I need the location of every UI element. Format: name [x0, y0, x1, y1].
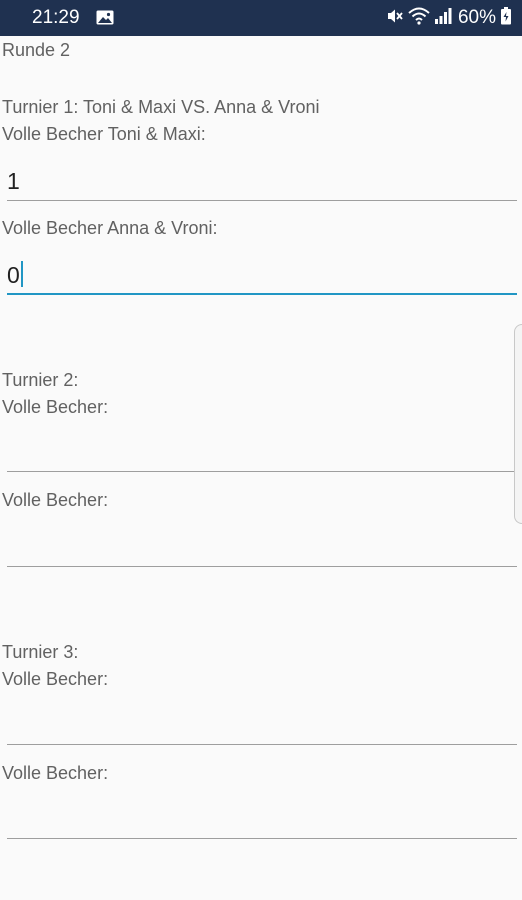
text-cursor — [20, 261, 23, 287]
edge-panel-handle[interactable] — [514, 324, 522, 524]
tournament-3-input-b[interactable] — [7, 799, 517, 839]
input-underline — [7, 838, 517, 839]
tournament-2-title: Turnier 2: — [2, 370, 79, 390]
tournament-2-input-a[interactable] — [7, 432, 517, 472]
tournament-3-label-b: Volle Becher: — [2, 763, 109, 783]
round-title: Runde 2 — [2, 40, 71, 60]
battery-percentage: 60% — [457, 7, 496, 28]
battery-icon — [500, 6, 512, 30]
tournament-2-input-b[interactable] — [7, 527, 517, 567]
signal-icon — [434, 7, 452, 30]
tournament-1-label-a: Volle Becher Toni & Maxi: — [2, 124, 206, 144]
input-underline — [7, 744, 517, 745]
input-underline — [7, 200, 517, 201]
mute-icon — [386, 7, 404, 30]
tournament-1-input-a[interactable]: 1 — [7, 161, 517, 201]
input-underline-focused — [7, 293, 517, 295]
status-time: 21:29 — [32, 7, 80, 28]
gallery-icon — [96, 10, 114, 25]
tournament-3-title: Turnier 3: — [2, 642, 79, 662]
tournament-1-value-a: 1 — [7, 168, 20, 194]
tournament-2-label-a: Volle Becher: — [2, 397, 109, 417]
tournament-1-label-b: Volle Becher Anna & Vroni: — [2, 218, 218, 238]
status-bar: 21:29 60% — [0, 0, 522, 36]
input-underline — [7, 471, 517, 472]
tournament-1-title: Turnier 1: Toni & Maxi VS. Anna & Vroni — [2, 97, 320, 117]
tournament-2-label-b: Volle Becher: — [2, 490, 109, 510]
tournament-1-input-b[interactable]: 0 — [7, 255, 517, 295]
status-icons: 60% — [386, 6, 512, 30]
wifi-icon — [408, 7, 430, 30]
input-underline — [7, 566, 517, 567]
tournament-1-value-b: 0 — [7, 262, 20, 288]
tournament-3-input-a[interactable] — [7, 705, 517, 745]
tournament-3-label-a: Volle Becher: — [2, 669, 109, 689]
